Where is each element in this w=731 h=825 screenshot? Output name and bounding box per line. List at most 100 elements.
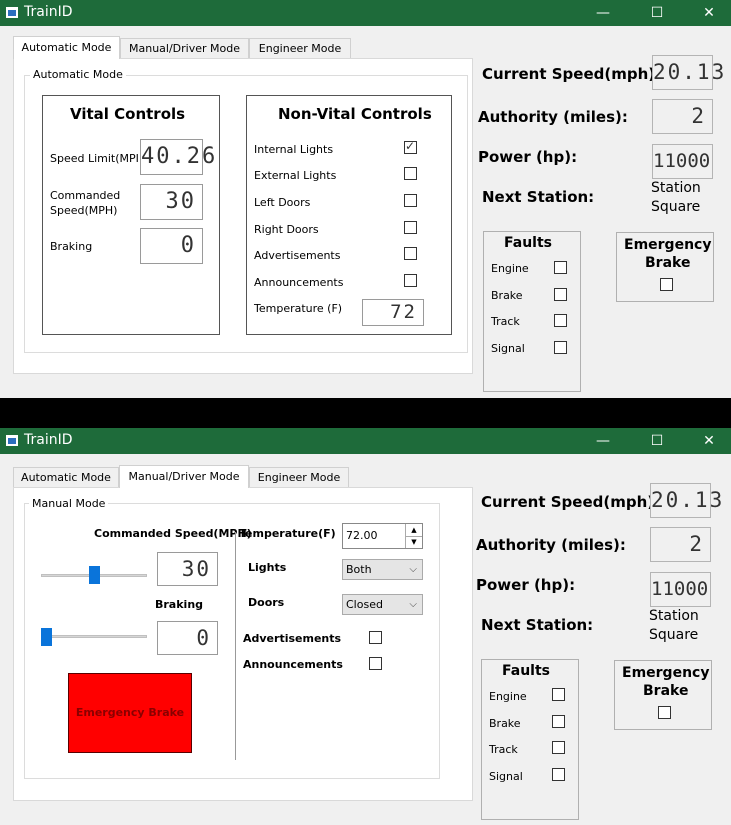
announcements-label: Announcements — [254, 276, 344, 289]
left-doors-label: Left Doors — [254, 196, 311, 209]
tab-automatic-mode[interactable]: Automatic Mode — [13, 36, 120, 59]
close-button[interactable]: ✕ — [686, 0, 731, 26]
next-station-label: Next Station: — [481, 616, 594, 634]
minimize-button[interactable]: — — [580, 0, 626, 26]
announcements-checkbox[interactable] — [404, 274, 417, 287]
temperature-label: Temperature (F) — [254, 302, 343, 315]
temperature-spin-buttons: ▲ ▼ — [405, 524, 422, 548]
commanded-label-line1: Commanded — [50, 189, 121, 202]
emergency-brake-checkbox[interactable] — [660, 278, 673, 291]
braking-label: Braking — [155, 598, 204, 611]
fault-brake-checkbox[interactable] — [552, 715, 565, 728]
chevron-down-icon: ⌵ — [409, 599, 417, 610]
lights-label: Lights — [248, 561, 287, 574]
fault-track-checkbox[interactable] — [552, 741, 565, 754]
fault-engine-checkbox[interactable] — [552, 688, 565, 701]
fault-engine-checkbox[interactable] — [554, 261, 567, 274]
fault-brake-label: Brake — [489, 717, 521, 730]
next-station-line1: Station — [651, 180, 701, 196]
external-lights-checkbox[interactable] — [404, 167, 417, 180]
current-speed-display: 20.13 — [650, 483, 722, 518]
fault-track-label: Track — [491, 315, 520, 328]
speed-limit-label: Speed Limit(MPI — [50, 152, 139, 165]
manual-mode-label: Manual Mode — [29, 497, 109, 510]
commanded-speed-slider[interactable] — [88, 566, 100, 584]
lights-value: Both — [346, 563, 372, 576]
nonvital-controls-title: Non-Vital Controls — [278, 105, 432, 123]
fault-signal-label: Signal — [489, 770, 523, 783]
emergency-brake-title-line2: Brake — [645, 255, 691, 271]
power-label: Power (hp): — [476, 576, 576, 594]
fault-track-checkbox[interactable] — [554, 314, 567, 327]
doors-value: Closed — [346, 598, 383, 611]
title-bar: TrainID — ☐ ✕ — [0, 428, 731, 454]
right-doors-checkbox[interactable] — [404, 221, 417, 234]
divider — [235, 532, 236, 760]
app-icon — [6, 7, 18, 18]
internal-lights-label: Internal Lights — [254, 143, 334, 156]
window-automatic: TrainID — ☐ ✕ Automatic Mode Manual/Driv… — [0, 0, 731, 398]
fault-engine-label: Engine — [489, 690, 527, 703]
minimize-button[interactable]: — — [580, 428, 626, 454]
power-display: 11000 — [650, 572, 711, 607]
tab-engineer-mode[interactable]: Engineer Mode — [249, 38, 351, 58]
next-station-line2: Square — [651, 199, 701, 215]
automatic-panel: Automatic Mode Vital Controls Speed Limi… — [13, 58, 473, 374]
announcements-label: Announcements — [243, 658, 343, 671]
spin-down-icon[interactable]: ▼ — [406, 536, 422, 548]
next-station-label: Next Station: — [482, 188, 595, 206]
temperature-spinbox[interactable]: 72.00 ▲ ▼ — [342, 523, 423, 549]
doors-dropdown[interactable]: Closed ⌵ — [342, 594, 423, 615]
temperature-value: 72.00 — [346, 529, 378, 542]
authority-display: 2 — [652, 99, 713, 134]
chevron-down-icon: ⌵ — [409, 564, 417, 575]
authority-label: Authority (miles): — [478, 108, 628, 126]
automatic-mode-label: Automatic Mode — [30, 68, 126, 81]
tab-engineer-mode[interactable]: Engineer Mode — [249, 467, 349, 487]
fault-signal-checkbox[interactable] — [554, 341, 567, 354]
window-title: TrainID — [24, 432, 73, 448]
emergency-brake-title-line2: Brake — [643, 683, 689, 699]
maximize-button[interactable]: ☐ — [634, 0, 680, 26]
tab-manual-driver-mode[interactable]: Manual/Driver Mode — [120, 38, 249, 58]
tab-manual-driver-mode[interactable]: Manual/Driver Mode — [119, 465, 249, 488]
commanded-speed-display: 30 — [157, 552, 218, 586]
emergency-brake-checkbox[interactable] — [658, 706, 671, 719]
manual-panel: Manual Mode Commanded Speed(MPH) 30 Brak… — [13, 487, 473, 801]
left-doors-checkbox[interactable] — [404, 194, 417, 207]
announcements-checkbox[interactable] — [369, 657, 382, 670]
title-bar: TrainID — ☐ ✕ — [0, 0, 731, 26]
maximize-button[interactable]: ☐ — [634, 428, 680, 454]
advertisements-checkbox[interactable] — [404, 247, 417, 260]
fault-track-label: Track — [489, 743, 518, 756]
commanded-label-line2: Speed(MPH) — [50, 204, 118, 217]
fault-brake-label: Brake — [491, 289, 523, 302]
faults-title: Faults — [504, 235, 552, 251]
right-doors-label: Right Doors — [254, 223, 319, 236]
emergency-brake-title-line1: Emergency — [624, 237, 712, 253]
fault-signal-label: Signal — [491, 342, 525, 355]
app-icon — [6, 435, 18, 446]
braking-slider[interactable] — [41, 628, 52, 646]
temperature-label: Temperature(F) — [239, 527, 336, 540]
internal-lights-checkbox[interactable] — [404, 139, 417, 154]
advertisements-checkbox[interactable] — [369, 631, 382, 644]
braking-slider-track — [41, 635, 147, 638]
faults-box — [483, 231, 581, 392]
commanded-speed-label: Commanded Speed(MPH) — [94, 527, 252, 540]
tab-automatic-mode[interactable]: Automatic Mode — [13, 467, 119, 487]
fault-brake-checkbox[interactable] — [554, 288, 567, 301]
emergency-brake-title-line1: Emergency — [622, 665, 710, 681]
braking-display: 0 — [140, 228, 203, 264]
external-lights-label: External Lights — [254, 169, 337, 182]
braking-display: 0 — [157, 621, 218, 655]
current-speed-label: Current Speed(mph): — [481, 493, 661, 511]
braking-label: Braking — [50, 240, 93, 253]
lights-dropdown[interactable]: Both ⌵ — [342, 559, 423, 580]
doors-label: Doors — [248, 596, 285, 609]
power-display: 11000 — [652, 144, 713, 179]
emergency-brake-button[interactable]: Emergency Brake — [68, 673, 192, 753]
close-button[interactable]: ✕ — [686, 428, 731, 454]
current-speed-display: 20.13 — [652, 55, 724, 90]
fault-signal-checkbox[interactable] — [552, 768, 565, 781]
